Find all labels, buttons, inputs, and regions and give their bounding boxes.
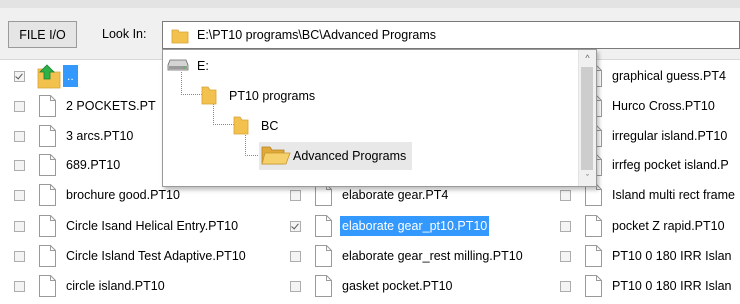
dropdown-item-label: BC bbox=[261, 119, 279, 133]
look-in-path-value: E:\PT10 programs\BC\Advanced Programs bbox=[197, 28, 436, 42]
file-name: Circle Island Test Adaptive.PT10 bbox=[66, 249, 246, 263]
checkbox[interactable] bbox=[14, 130, 25, 142]
list-item[interactable]: pocket Z rapid.PT10 bbox=[560, 210, 725, 242]
file-name: irregular island.PT10 bbox=[612, 129, 728, 143]
list-item[interactable]: elaborate gear_rest milling.PT10 bbox=[290, 240, 523, 272]
list-item[interactable]: 689.PT10 bbox=[14, 149, 120, 181]
file-name: elaborate gear_rest milling.PT10 bbox=[342, 249, 523, 263]
checkbox[interactable] bbox=[14, 70, 25, 82]
file-name: elaborate gear.PT4 bbox=[342, 188, 449, 202]
file-icon bbox=[39, 275, 56, 297]
file-name: gasket pocket.PT10 bbox=[342, 279, 453, 293]
list-item[interactable]: Circle Isand Helical Entry.PT10 bbox=[14, 210, 238, 242]
list-item[interactable]: brochure good.PT10 bbox=[14, 179, 180, 211]
list-item[interactable]: PT10 0 180 IRR Islan bbox=[560, 240, 732, 272]
dropdown-item-label: PT10 programs bbox=[229, 89, 316, 103]
file-name: 2 POCKETS.PT bbox=[66, 99, 156, 113]
scroll-up-arrow-icon[interactable]: ^ bbox=[579, 51, 596, 65]
up-folder-label: .. bbox=[63, 65, 78, 87]
folder-icon bbox=[201, 85, 217, 108]
checkbox[interactable] bbox=[290, 280, 301, 292]
file-icon bbox=[585, 215, 602, 237]
list-item-selected[interactable]: elaborate gear_pt10.PT10 bbox=[290, 210, 490, 242]
file-icon bbox=[585, 245, 602, 267]
dropdown-item-label: Advanced Programs bbox=[293, 149, 407, 163]
file-name: irrfeg pocket island.P bbox=[612, 158, 729, 172]
file-icon bbox=[39, 184, 56, 206]
file-name: Island multi rect frame bbox=[612, 188, 735, 202]
checkbox[interactable] bbox=[14, 250, 25, 262]
file-icon bbox=[585, 184, 602, 206]
look-in-label: Look In: bbox=[102, 27, 147, 41]
checkbox[interactable] bbox=[14, 159, 25, 171]
look-in-dropdown-list[interactable]: E: PT10 programs BC Advanced Programs ^ … bbox=[162, 49, 597, 187]
list-item[interactable]: gasket pocket.PT10 bbox=[290, 270, 452, 302]
checkbox[interactable] bbox=[560, 280, 571, 292]
file-name: 689.PT10 bbox=[66, 158, 121, 172]
file-icon bbox=[39, 95, 56, 117]
drive-icon bbox=[167, 58, 189, 75]
dropdown-item-folder[interactable]: BC bbox=[233, 112, 278, 140]
checkbox[interactable] bbox=[290, 189, 301, 201]
checkbox[interactable] bbox=[560, 189, 571, 201]
list-item[interactable]: PT10 0 180 IRR Islan bbox=[560, 270, 732, 302]
dropdown-item-label: E: bbox=[197, 59, 209, 73]
file-name: elaborate gear_pt10.PT10 bbox=[340, 216, 490, 236]
file-name: Circle Isand Helical Entry.PT10 bbox=[66, 219, 239, 233]
open-folder-icon bbox=[261, 144, 291, 169]
list-item-up-folder[interactable]: .. bbox=[14, 60, 78, 92]
dropdown-scrollbar[interactable]: ^ ˇ bbox=[578, 50, 596, 186]
file-icon bbox=[39, 215, 56, 237]
checkbox[interactable] bbox=[290, 220, 301, 232]
list-item[interactable]: circle island.PT10 bbox=[14, 270, 165, 302]
file-icon bbox=[39, 125, 56, 147]
file-name: PT10 0 180 IRR Islan bbox=[612, 249, 732, 263]
checkbox[interactable] bbox=[14, 100, 25, 112]
checkbox[interactable] bbox=[14, 220, 25, 232]
list-item[interactable]: Circle Island Test Adaptive.PT10 bbox=[14, 240, 246, 272]
file-name: graphical guess.PT4 bbox=[612, 69, 726, 83]
list-item[interactable]: 2 POCKETS.PT bbox=[14, 90, 156, 122]
file-name: brochure good.PT10 bbox=[66, 188, 180, 202]
up-folder-icon bbox=[37, 63, 61, 89]
file-icon bbox=[315, 275, 332, 297]
checkbox[interactable] bbox=[290, 250, 301, 262]
checkbox[interactable] bbox=[560, 220, 571, 232]
file-name: 3 arcs.PT10 bbox=[66, 129, 134, 143]
file-icon bbox=[39, 154, 56, 176]
list-item[interactable]: 3 arcs.PT10 bbox=[14, 120, 133, 152]
scroll-down-arrow-icon[interactable]: ˇ bbox=[579, 171, 596, 185]
scrollbar-thumb[interactable] bbox=[581, 67, 593, 170]
checkbox[interactable] bbox=[14, 189, 25, 201]
file-icon bbox=[585, 275, 602, 297]
checkbox[interactable] bbox=[14, 280, 25, 292]
file-icon bbox=[315, 245, 332, 267]
window-top-strip bbox=[0, 0, 740, 8]
dropdown-item-drive[interactable]: E: bbox=[167, 52, 209, 80]
file-io-button[interactable]: FILE I/O bbox=[8, 21, 77, 48]
look-in-combobox[interactable]: E:\PT10 programs\BC\Advanced Programs bbox=[162, 21, 740, 49]
dropdown-item-folder[interactable]: PT10 programs bbox=[201, 82, 315, 110]
dropdown-item-selected-folder[interactable]: Advanced Programs bbox=[259, 142, 413, 170]
file-name: pocket Z rapid.PT10 bbox=[612, 219, 725, 233]
folder-icon bbox=[171, 27, 189, 48]
file-name: Hurco Cross.PT10 bbox=[612, 99, 715, 113]
file-icon bbox=[39, 245, 56, 267]
file-icon bbox=[315, 215, 332, 237]
checkbox[interactable] bbox=[560, 250, 571, 262]
folder-icon bbox=[233, 115, 249, 138]
file-name: PT10 0 180 IRR Islan bbox=[612, 279, 732, 293]
file-icon bbox=[315, 184, 332, 206]
file-name: circle island.PT10 bbox=[66, 279, 165, 293]
